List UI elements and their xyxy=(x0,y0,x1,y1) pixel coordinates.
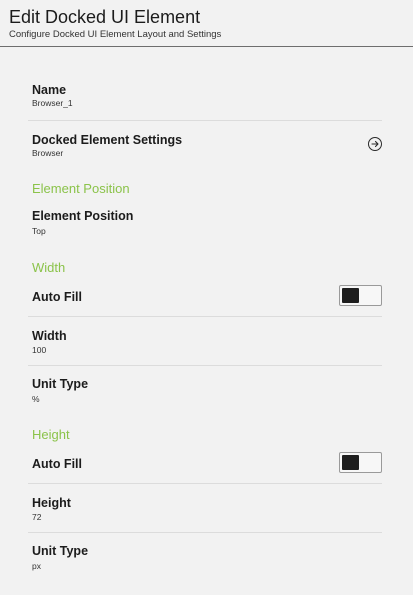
width-auto-fill-label: Auto Fill xyxy=(32,290,82,304)
divider xyxy=(28,365,382,366)
width-auto-fill-toggle[interactable] xyxy=(339,285,382,306)
docked-element-settings-value: Browser xyxy=(32,148,64,158)
section-title-width: Width xyxy=(32,260,66,275)
docked-element-settings-label: Docked Element Settings xyxy=(32,133,183,147)
width-unit-type-row[interactable]: Unit Type % xyxy=(0,377,413,407)
divider xyxy=(28,532,382,533)
toggle-knob xyxy=(342,455,359,470)
width-unit-type-label: Unit Type xyxy=(32,377,89,391)
height-unit-type-label: Unit Type xyxy=(32,544,89,558)
page-title: Edit Docked UI Element xyxy=(9,7,201,27)
height-row[interactable]: Height 72 xyxy=(0,495,413,525)
section-title-element-position: Element Position xyxy=(32,181,130,196)
height-unit-type-row[interactable]: Unit Type px xyxy=(0,544,413,574)
name-value: Browser_1 xyxy=(32,98,73,108)
width-unit-type-value: % xyxy=(32,394,40,404)
divider xyxy=(28,316,382,317)
element-position-row[interactable]: Element Position Top xyxy=(0,209,413,239)
arrow-right-circle-icon[interactable] xyxy=(368,137,382,151)
section-title-height: Height xyxy=(32,427,70,442)
width-value: 100 xyxy=(32,345,47,355)
docked-element-settings-row[interactable]: Docked Element Settings Browser xyxy=(0,132,413,170)
element-position-label: Element Position xyxy=(32,209,134,223)
height-auto-fill-label: Auto Fill xyxy=(32,457,82,471)
divider xyxy=(28,483,382,484)
page-header: Edit Docked UI Element Configure Docked … xyxy=(0,0,413,47)
height-auto-fill-toggle[interactable] xyxy=(339,452,382,473)
name-label: Name xyxy=(32,83,67,97)
toggle-knob xyxy=(342,288,359,303)
width-row[interactable]: Width 100 xyxy=(0,328,413,358)
height-unit-type-value: px xyxy=(32,561,41,571)
height-label: Height xyxy=(32,496,71,510)
width-auto-fill-row: Auto Fill xyxy=(0,285,413,309)
height-value: 72 xyxy=(32,512,42,522)
element-position-value: Top xyxy=(32,226,46,236)
height-auto-fill-row: Auto Fill xyxy=(0,452,413,476)
page-subtitle: Configure Docked UI Element Layout and S… xyxy=(9,29,222,40)
name-row[interactable]: Name Browser_1 xyxy=(0,82,413,120)
width-label: Width xyxy=(32,329,67,343)
divider xyxy=(28,120,382,121)
